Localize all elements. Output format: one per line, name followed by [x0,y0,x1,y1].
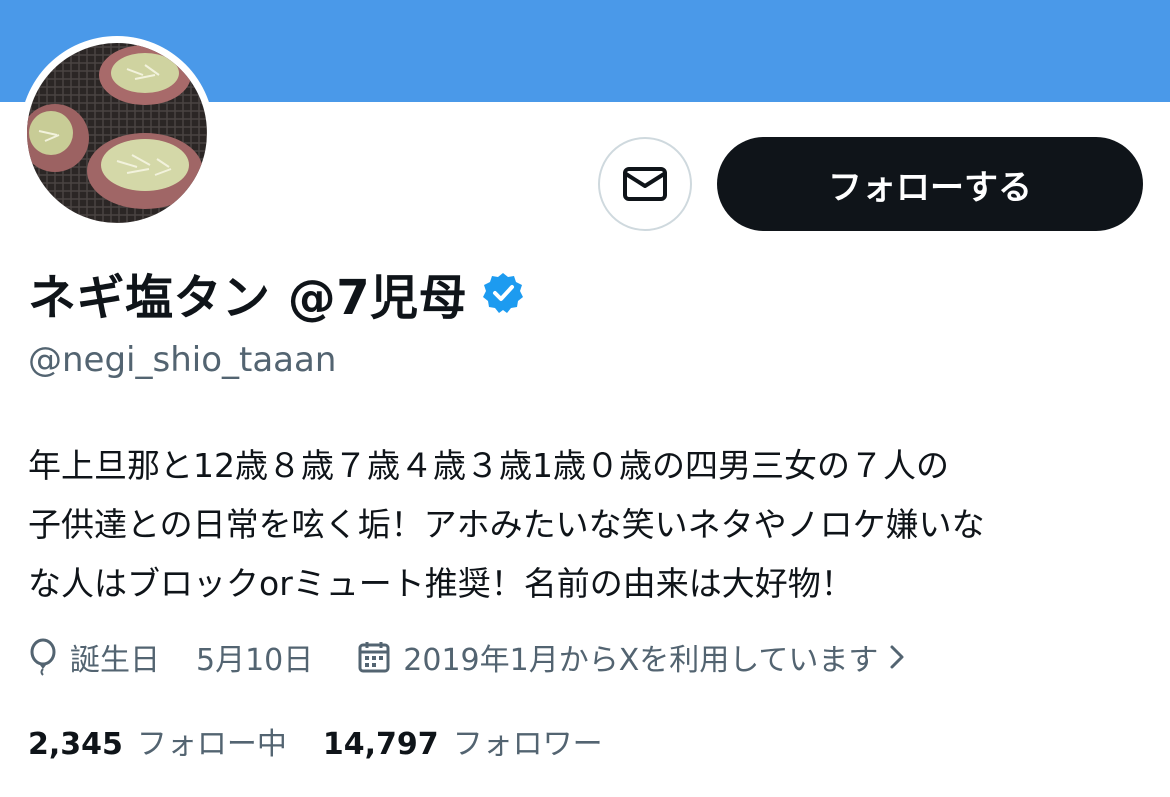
avatar[interactable] [20,36,214,230]
chevron-right-icon[interactable] [888,643,906,671]
bio-line: 子供達との日常を呟く垢！アホみたいな笑いネタやノロケ嫌いな [28,505,985,544]
name-row: ネギ塩タン @7児母 [28,258,525,328]
follow-button[interactable]: フォローする [717,137,1143,231]
calendar-icon [358,642,390,673]
display-name: ネギ塩タン @7児母 [28,270,468,326]
message-button[interactable] [598,137,692,231]
follow-stats: 2,345 フォロー中 14,797 フォロワー [28,716,603,766]
balloon-icon [30,638,56,676]
verified-badge-icon[interactable] [481,271,525,315]
bio: 年上旦那と12歳８歳７歳４歳３歳1歳０歳の四男三女の７人の 子供達との日常を呟く… [28,436,1148,613]
joined-date[interactable]: 2019年1月からXを利用しています [403,635,878,679]
following-count: 2,345 [28,727,123,762]
avatar-image [27,43,207,223]
envelope-icon [623,167,667,201]
followers-link[interactable]: 14,797 フォロワー [323,719,603,763]
followers-label: フォロワー [452,727,603,762]
following-link[interactable]: 2,345 フォロー中 [28,719,287,763]
profile-meta: 誕生日 5月10日 2019年1月からXを利用しています [28,632,906,682]
birthday-value: 5月10日 [196,643,314,678]
bio-line: 年上旦那と12歳８歳７歳４歳３歳1歳０歳の四男三女の７人の [28,446,949,485]
handle: @negi_shio_taaan [28,340,337,380]
birthday-label: 誕生日 [70,643,160,678]
following-label: フォロー中 [136,727,287,762]
followers-count: 14,797 [322,727,439,762]
bio-line: な人はブロックorミュート推奨！名前の由来は大好物！ [28,564,854,603]
